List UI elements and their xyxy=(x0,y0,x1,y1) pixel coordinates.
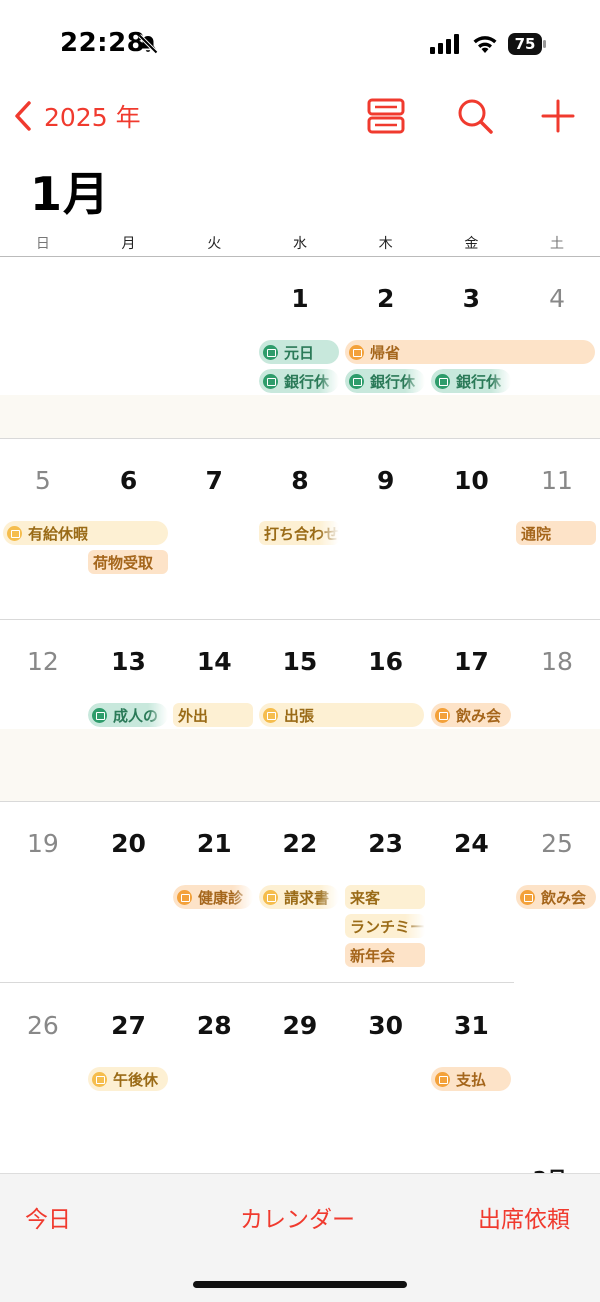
week-band xyxy=(0,395,600,438)
day-cell[interactable]: 9 xyxy=(343,466,429,495)
calendar-icon xyxy=(92,1071,107,1087)
day-cell[interactable]: 11 xyxy=(514,466,600,495)
day-cell[interactable]: 3 xyxy=(429,284,515,313)
event-chip[interactable]: 有給休暇 xyxy=(3,521,168,545)
status-time: 22:28 xyxy=(60,28,146,58)
calendar-icon xyxy=(92,707,107,723)
weekday-wed: 水 xyxy=(292,236,307,252)
weekday-thu: 木 xyxy=(378,236,393,252)
calendar-icon xyxy=(435,707,450,723)
event-chip[interactable]: 帰省 xyxy=(345,340,595,364)
day-cell[interactable]: 6 xyxy=(86,466,172,495)
calendar-icon xyxy=(349,344,364,360)
event-chip[interactable]: 飲み会 xyxy=(431,703,511,727)
event-chip[interactable]: 健康診 xyxy=(173,885,253,909)
battery-level: 75 xyxy=(508,33,542,55)
back-label: 2025 年 xyxy=(44,103,141,132)
day-cell[interactable]: 5 xyxy=(0,466,86,495)
calendar-icon xyxy=(7,525,22,541)
weekday-tue: 火 xyxy=(207,236,222,252)
chevron-left-icon xyxy=(15,101,31,131)
event-chip[interactable]: 銀行休 xyxy=(259,369,339,393)
weekday-sun: 日 xyxy=(35,236,50,252)
day-cell[interactable]: 8 xyxy=(257,466,343,495)
day-cell[interactable]: 26 xyxy=(0,1011,86,1040)
day-cell[interactable]: 7 xyxy=(171,466,257,495)
weekday-sat: 土 xyxy=(550,236,565,252)
day-cell[interactable]: 28 xyxy=(171,1011,257,1040)
day-cell[interactable]: 27 xyxy=(86,1011,172,1040)
event-chip[interactable]: 支払 xyxy=(431,1067,511,1091)
day-cell[interactable]: 10 xyxy=(429,466,515,495)
cellular-signal-icon xyxy=(430,34,459,54)
week-divider xyxy=(0,982,514,983)
event-chip[interactable]: 出張 xyxy=(259,703,424,727)
calendar-icon xyxy=(520,889,535,905)
week-band xyxy=(0,729,600,801)
day-cell[interactable]: 17 xyxy=(429,647,515,676)
event-chip[interactable]: 銀行休 xyxy=(345,369,425,393)
event-chip[interactable]: 通院 xyxy=(516,521,596,545)
event-chip[interactable]: 打ち合わせ xyxy=(259,521,339,545)
event-chip[interactable]: 荷物受取 xyxy=(88,550,168,574)
day-cell[interactable]: 30 xyxy=(343,1011,429,1040)
home-indicator[interactable] xyxy=(193,1281,407,1288)
back-to-year-button[interactable]: 2025 年 xyxy=(12,96,141,136)
event-chip[interactable]: 成人の xyxy=(88,703,168,727)
weekday-mon: 月 xyxy=(121,236,136,252)
silent-mode-icon xyxy=(138,34,158,54)
calendar-icon xyxy=(263,889,278,905)
day-cell[interactable]: 16 xyxy=(343,647,429,676)
day-cell[interactable]: 19 xyxy=(0,829,86,858)
event-chip[interactable]: 来客 xyxy=(345,885,425,909)
week-divider xyxy=(0,801,600,802)
battery-icon: 75 xyxy=(508,33,548,55)
calendars-button[interactable]: カレンダー xyxy=(240,1200,355,1234)
event-chip[interactable]: 外出 xyxy=(173,703,253,727)
week-divider xyxy=(0,619,600,620)
event-chip[interactable]: 新年会 xyxy=(345,943,425,967)
event-chip[interactable]: 飲み会 xyxy=(516,885,596,909)
calendar-icon xyxy=(177,889,192,905)
list-view-toggle-icon[interactable] xyxy=(366,96,406,136)
day-cell[interactable]: 22 xyxy=(257,829,343,858)
month-title: 1月 xyxy=(30,167,111,221)
calendar-icon xyxy=(435,373,450,389)
day-cell[interactable]: 1 xyxy=(257,284,343,313)
add-event-icon[interactable] xyxy=(538,96,578,136)
today-button[interactable]: 今日 xyxy=(25,1200,71,1234)
event-chip[interactable]: 請求書 xyxy=(259,885,339,909)
day-cell[interactable]: 18 xyxy=(514,647,600,676)
event-chip[interactable]: ランチミー xyxy=(345,914,425,938)
day-cell[interactable]: 4 xyxy=(514,284,600,313)
event-chip[interactable]: 銀行休 xyxy=(431,369,511,393)
day-cell[interactable]: 12 xyxy=(0,647,86,676)
search-icon[interactable] xyxy=(455,96,495,136)
day-cell[interactable]: 31 xyxy=(429,1011,515,1040)
calendar-icon xyxy=(435,1071,450,1087)
week-divider xyxy=(0,438,600,439)
day-cell[interactable]: 20 xyxy=(86,829,172,858)
inbox-button[interactable]: 出席依頼 xyxy=(478,1200,570,1234)
day-cell[interactable]: 23 xyxy=(343,829,429,858)
day-cell[interactable]: 21 xyxy=(171,829,257,858)
day-cell[interactable]: 13 xyxy=(86,647,172,676)
event-chip[interactable]: 午後休 xyxy=(88,1067,168,1091)
event-chip[interactable]: 元日 xyxy=(259,340,339,364)
day-cell[interactable]: 14 xyxy=(171,647,257,676)
calendar-icon xyxy=(263,344,278,360)
wifi-icon xyxy=(473,36,497,53)
day-cell[interactable]: 2 xyxy=(343,284,429,313)
day-cell[interactable]: 24 xyxy=(429,829,515,858)
weekday-fri: 金 xyxy=(464,236,479,252)
day-cell[interactable]: 25 xyxy=(514,829,600,858)
next-month-title-peek: 2月 xyxy=(533,1163,567,1173)
calendar-icon xyxy=(349,373,364,389)
day-cell[interactable]: 29 xyxy=(257,1011,343,1040)
calendar-icon xyxy=(263,707,278,723)
day-cell[interactable]: 15 xyxy=(257,647,343,676)
calendar-icon xyxy=(263,373,278,389)
header-divider xyxy=(0,256,600,257)
